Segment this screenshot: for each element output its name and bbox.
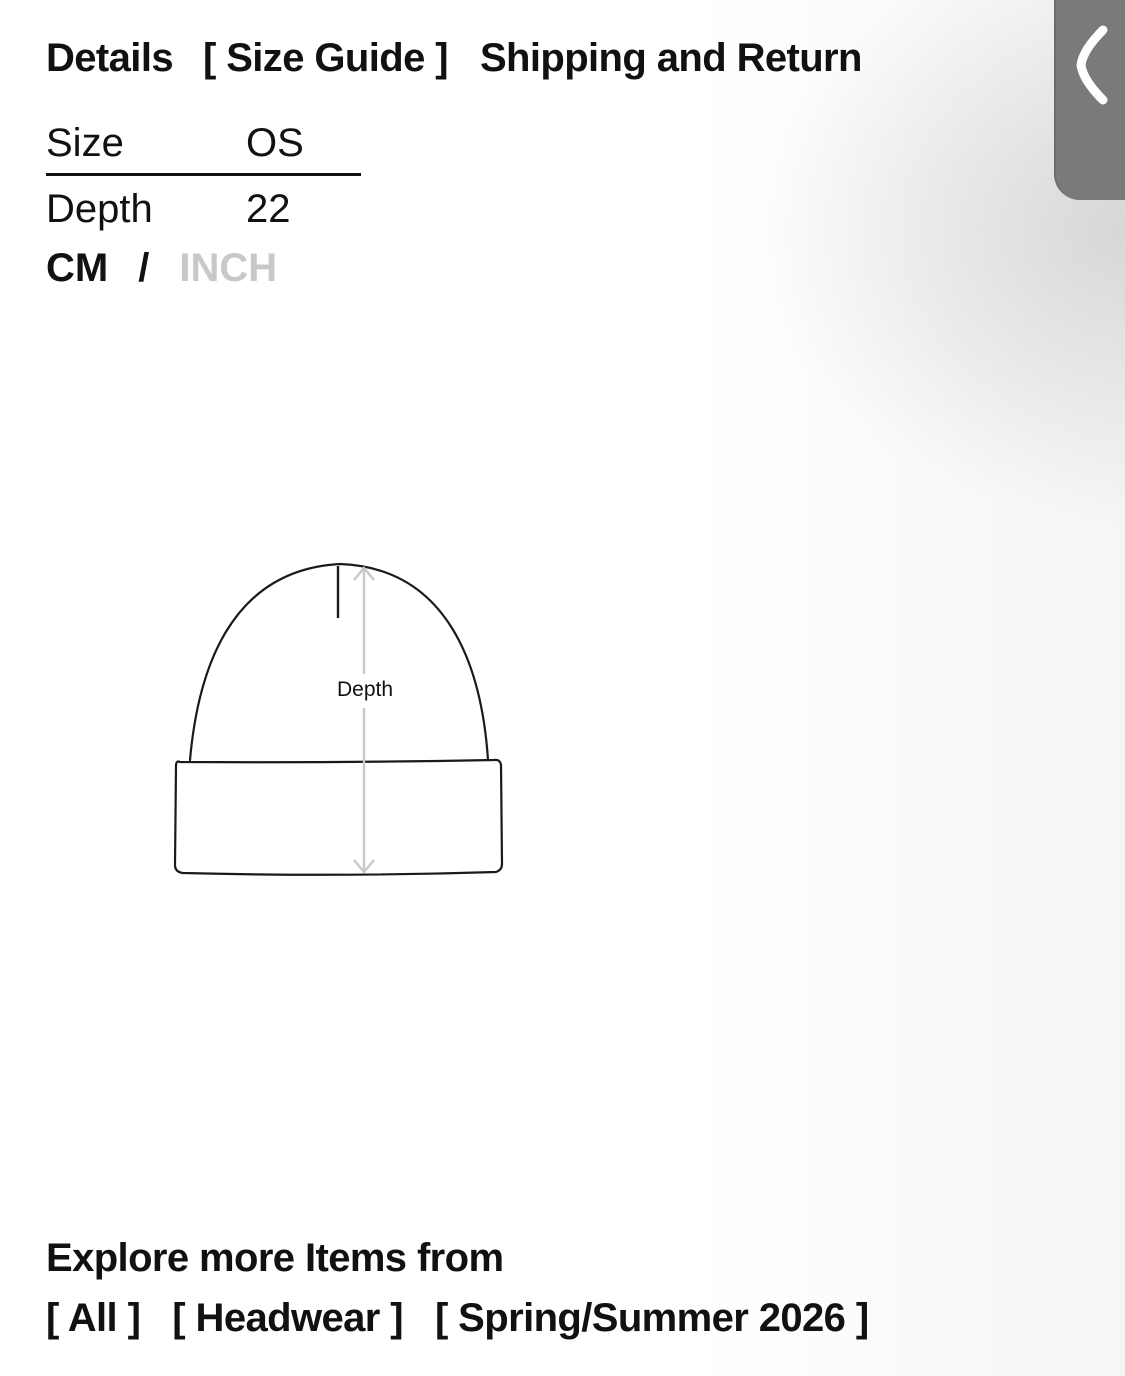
chevron-left-icon xyxy=(1075,25,1107,105)
tab-size-guide[interactable]: [ Size Guide ] xyxy=(203,36,449,81)
tab-shipping-and-return[interactable]: Shipping and Return xyxy=(480,36,863,81)
unit-cm-option[interactable]: CM xyxy=(46,246,108,290)
explore-link-all[interactable]: [ All ] xyxy=(46,1296,141,1341)
size-table-row: Depth 22 xyxy=(46,182,361,236)
depth-value: 22 xyxy=(246,187,291,231)
size-label: Size xyxy=(46,121,124,165)
size-table-header: Size OS xyxy=(46,116,361,170)
explore-heading: Explore more Items from xyxy=(46,1236,504,1280)
unit-toggle: CM / INCH xyxy=(46,246,277,291)
side-drawer-tab[interactable] xyxy=(1054,0,1125,200)
explore-link-season[interactable]: [ Spring/Summer 2026 ] xyxy=(435,1296,869,1341)
depth-measure-label: Depth xyxy=(337,678,393,701)
product-info-tabs: Details [ Size Guide ] Shipping and Retu… xyxy=(46,36,862,81)
size-value: OS xyxy=(246,121,304,165)
explore-link-headwear[interactable]: [ Headwear ] xyxy=(172,1296,403,1341)
unit-inch-option[interactable]: INCH xyxy=(179,246,277,290)
beanie-outline-icon: Depth xyxy=(173,562,504,876)
depth-label: Depth xyxy=(46,187,153,231)
explore-links: [ All ] [ Headwear ] [ Spring/Summer 202… xyxy=(46,1296,869,1341)
beanie-diagram: Depth xyxy=(150,540,530,900)
tab-details[interactable]: Details xyxy=(46,36,174,81)
size-table-divider xyxy=(46,173,361,176)
beanie-cuff-outline xyxy=(173,758,504,876)
size-table: Size OS Depth 22 xyxy=(46,116,361,236)
unit-separator: / xyxy=(138,246,150,290)
